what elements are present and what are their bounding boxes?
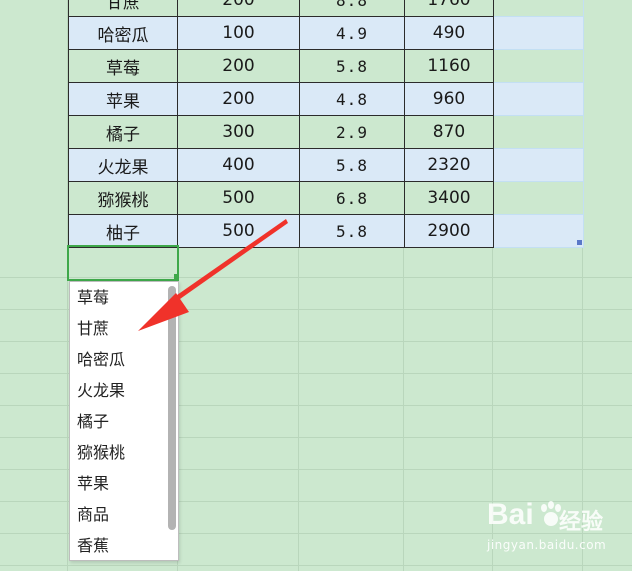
- table-row: 柚子 500 5.8 2900: [68, 214, 584, 248]
- watermark-url: jingyan.baidu.com: [487, 538, 607, 552]
- cell-fruit-name[interactable]: 草莓: [68, 49, 178, 83]
- cell-fruit-name[interactable]: 苹果: [68, 82, 178, 116]
- cell-unit-price[interactable]: 4.9: [299, 16, 405, 50]
- cell-unit-price[interactable]: 5.8: [299, 49, 405, 83]
- cell-empty[interactable]: [493, 82, 584, 116]
- cell-unit-price[interactable]: 4.8: [299, 82, 405, 116]
- cell-empty[interactable]: [493, 148, 584, 182]
- cell-empty[interactable]: [493, 115, 584, 149]
- cell-quantity[interactable]: 500: [177, 181, 300, 215]
- cell-unit-price[interactable]: 5.8: [299, 214, 405, 248]
- cell-quantity[interactable]: 200: [177, 82, 300, 116]
- table-row: 猕猴桃 500 6.8 3400: [68, 181, 584, 215]
- fruit-sales-table: 甘蔗 200 8.8 1760 哈密瓜 100 4.9 490 草莓 200 5.8 1160 苹果 20…: [68, 0, 584, 248]
- table-row: 橘子 300 2.9 870: [68, 115, 584, 149]
- table-row: 草莓 200 5.8 1160: [68, 49, 584, 83]
- cell-fruit-name[interactable]: 猕猴桃: [68, 181, 178, 215]
- dropdown-item[interactable]: 草莓: [70, 282, 166, 313]
- cell-quantity[interactable]: 200: [177, 49, 300, 83]
- cell-unit-price[interactable]: 8.8: [299, 0, 405, 17]
- cell-fruit-name[interactable]: 柚子: [68, 214, 178, 248]
- cell-unit-price[interactable]: 6.8: [299, 181, 405, 215]
- watermark-chinese-text: 经验: [559, 510, 604, 535]
- watermark-logo-text: Bai: [487, 498, 534, 531]
- autocomplete-dropdown[interactable]: 草莓 甘蔗 哈密瓜 火龙果 橘子 猕猴桃 苹果 商品 香蕉: [69, 281, 179, 561]
- dropdown-item[interactable]: 甘蔗: [70, 313, 166, 344]
- cell-total[interactable]: 2900: [404, 214, 494, 248]
- table-row: 苹果 200 4.8 960: [68, 82, 584, 116]
- dropdown-item[interactable]: 橘子: [70, 406, 166, 437]
- cell-total[interactable]: 2320: [404, 148, 494, 182]
- cell-quantity[interactable]: 100: [177, 16, 300, 50]
- dropdown-list: 草莓 甘蔗 哈密瓜 火龙果 橘子 猕猴桃 苹果 商品 香蕉: [70, 282, 166, 561]
- dropdown-item[interactable]: 哈密瓜: [70, 344, 166, 375]
- cell-quantity[interactable]: 400: [177, 148, 300, 182]
- active-cell[interactable]: [67, 245, 179, 281]
- cell-quantity[interactable]: 200: [177, 0, 300, 17]
- grid-line: [0, 565, 632, 566]
- dropdown-item[interactable]: 火龙果: [70, 375, 166, 406]
- cell-total[interactable]: 1160: [404, 49, 494, 83]
- table-row: 哈密瓜 100 4.9 490: [68, 16, 584, 50]
- cell-fruit-name[interactable]: 甘蔗: [68, 0, 178, 17]
- dropdown-item[interactable]: 猕猴桃: [70, 437, 166, 468]
- table-row: 甘蔗 200 8.8 1760: [68, 0, 584, 17]
- cell-fruit-name[interactable]: 哈密瓜: [68, 16, 178, 50]
- fill-handle-icon[interactable]: [174, 274, 179, 279]
- cell-total[interactable]: 960: [404, 82, 494, 116]
- cell-quantity[interactable]: 500: [177, 214, 300, 248]
- dropdown-item[interactable]: 苹果: [70, 468, 166, 499]
- table-resize-handle[interactable]: [577, 240, 582, 245]
- cell-empty[interactable]: [493, 181, 584, 215]
- cell-total[interactable]: 870: [404, 115, 494, 149]
- dropdown-item[interactable]: 香蕉: [70, 530, 166, 561]
- cell-empty[interactable]: [493, 0, 584, 17]
- cell-empty[interactable]: [493, 16, 584, 50]
- cell-fruit-name[interactable]: 橘子: [68, 115, 178, 149]
- spreadsheet-grid[interactable]: 甘蔗 200 8.8 1760 哈密瓜 100 4.9 490 草莓 200 5.8 1160 苹果 20…: [0, 0, 632, 571]
- cell-empty[interactable]: [493, 49, 584, 83]
- cell-fruit-name[interactable]: 火龙果: [68, 148, 178, 182]
- dropdown-scrollbar[interactable]: [168, 286, 176, 530]
- cell-empty[interactable]: [493, 214, 584, 248]
- table-row: 火龙果 400 5.8 2320: [68, 148, 584, 182]
- cell-total[interactable]: 3400: [404, 181, 494, 215]
- dropdown-item[interactable]: 商品: [70, 499, 166, 530]
- baidu-jingyan-watermark: Bai 经验 jingyan.baidu.com: [487, 498, 627, 560]
- cell-total[interactable]: 1760: [404, 0, 494, 17]
- cell-quantity[interactable]: 300: [177, 115, 300, 149]
- cell-total[interactable]: 490: [404, 16, 494, 50]
- cell-unit-price[interactable]: 2.9: [299, 115, 405, 149]
- cell-unit-price[interactable]: 5.8: [299, 148, 405, 182]
